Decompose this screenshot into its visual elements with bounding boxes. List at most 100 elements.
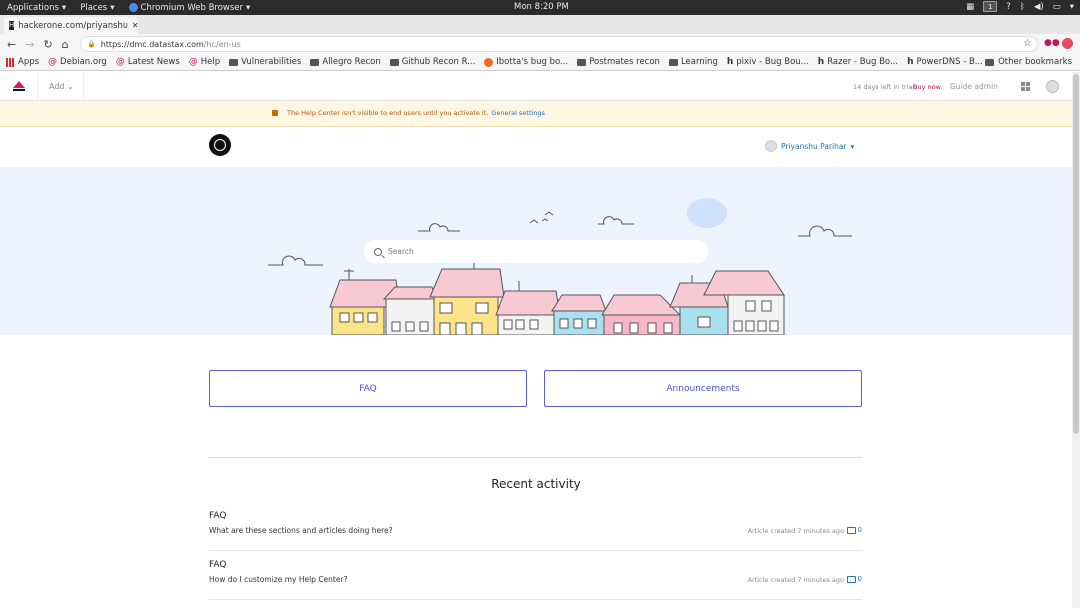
guide-admin-link[interactable]: Guide admin: [950, 82, 998, 91]
applications-menu[interactable]: Applications ▾: [0, 3, 73, 13]
zendesk-guide-logo[interactable]: [0, 71, 38, 101]
bookmark-item[interactable]: Allegro Recon: [310, 57, 381, 67]
page-scrollbar[interactable]: [1072, 72, 1080, 608]
activity-meta: Article created 7 minutes ago: [747, 527, 844, 535]
admin-avatar[interactable]: [1046, 80, 1059, 93]
chevron-down-icon[interactable]: ▾: [1070, 2, 1074, 12]
activity-article-link[interactable]: How do I customize my Help Center?: [209, 575, 348, 584]
bookmark-item[interactable]: Apps: [6, 57, 39, 67]
chevron-down-icon: ▾: [110, 2, 115, 13]
section-divider: [209, 457, 862, 458]
bookmark-item[interactable]: h PowerDNS - B...: [907, 57, 983, 67]
volume-icon[interactable]: ◀): [1034, 2, 1044, 12]
bookmark-label: Debian.org: [60, 57, 107, 67]
tab-strip: H hackerone.com/priyanshᴜ ✕ +: [0, 15, 1080, 46]
debian-icon: @: [115, 57, 125, 67]
search-input[interactable]: Search: [364, 240, 708, 263]
address-bar[interactable]: 🔒 https://dmc.datastax.com /hc/en-us ☆: [80, 36, 1038, 52]
places-menu[interactable]: Places ▾: [73, 3, 121, 13]
workspace-indicator[interactable]: 1: [983, 1, 998, 12]
bookmark-label: Apps: [18, 57, 40, 67]
comment-count[interactable]: 0: [846, 575, 862, 583]
bookmark-item[interactable]: Vulnerabilities: [229, 57, 301, 67]
bookmark-label: Learning: [680, 57, 718, 67]
scrollbar-thumb[interactable]: [1073, 74, 1079, 434]
help-icon[interactable]: ?: [1006, 2, 1011, 12]
bookmark-item[interactable]: Ibotta's bug bo...: [484, 57, 568, 67]
back-arrow-icon[interactable]: ←: [7, 38, 16, 51]
bookmark-star-icon[interactable]: ☆: [1023, 38, 1032, 49]
bluetooth-icon[interactable]: ᛒ: [1020, 2, 1025, 12]
url-path: /hc/en-us: [203, 39, 241, 49]
bookmark-label: Ibotta's bug bo...: [496, 57, 569, 67]
clock[interactable]: Mon 8:20 PM: [514, 2, 569, 12]
bookmark-label: Github Recon R...: [401, 57, 476, 67]
extension-icon[interactable]: ●●: [1044, 38, 1060, 48]
home-icon[interactable]: ⌂: [62, 38, 69, 51]
bookmark-label: Postmates recon: [589, 57, 660, 67]
add-label: Add: [49, 81, 65, 91]
trial-text: 14 days left in trial: [853, 83, 915, 91]
bookmark-item[interactable]: @ Debian.org: [48, 57, 107, 67]
bookmark-label: Help: [200, 57, 221, 67]
bookmark-item[interactable]: h Razer - Bug Bo...: [818, 57, 898, 67]
bookmark-item[interactable]: Postmates recon: [577, 57, 660, 67]
user-menu[interactable]: Priyanshu Parihar ▾: [765, 140, 854, 152]
comment-count[interactable]: 0: [846, 526, 862, 534]
banner-text: The Help Center isn't visible to end use…: [287, 109, 489, 117]
apps-grid-icon: [6, 57, 15, 67]
close-tab-icon[interactable]: ✕: [132, 21, 139, 30]
bookmark-item[interactable]: @ Latest News: [116, 57, 180, 67]
folder-icon: [389, 58, 399, 66]
comment-count-value: 0: [857, 526, 862, 534]
category-announcements-button[interactable]: Announcements: [544, 370, 862, 407]
bookmark-item[interactable]: @ Help: [189, 57, 220, 67]
search-icon: [374, 247, 382, 256]
battery-icon[interactable]: ▭: [1053, 2, 1061, 12]
product-grid-icon[interactable]: [1021, 82, 1030, 91]
help-center-logo[interactable]: [209, 134, 231, 156]
guide-logo-icon: [12, 81, 25, 91]
chevron-down-icon: ⌄: [67, 81, 74, 91]
extension-red-icon[interactable]: [1062, 38, 1073, 49]
active-app-label: Chromium Web Browser: [140, 2, 244, 13]
folder-icon: [229, 58, 239, 66]
buy-now-link[interactable]: Buy now: [913, 83, 941, 91]
lock-icon: 🔒: [87, 40, 96, 48]
chevron-down-icon: ▾: [61, 2, 67, 13]
applications-label: Applications: [7, 2, 59, 13]
chromium-icon: [128, 3, 138, 12]
forward-arrow-icon[interactable]: →: [25, 38, 34, 51]
hackerone-icon: h: [817, 57, 825, 67]
folder-icon: [985, 58, 995, 66]
comment-count-value: 0: [857, 575, 862, 583]
category-faq-button[interactable]: FAQ: [209, 370, 527, 407]
other-bookmarks[interactable]: Other bookmarks: [985, 57, 1072, 67]
url-host: https://dmc.datastax.com: [100, 39, 204, 49]
user-avatar: [765, 140, 777, 152]
bookmark-item[interactable]: h pixiv - Bug Bou...: [727, 57, 809, 67]
bookmark-label: pixiv - Bug Bou...: [736, 57, 809, 67]
activity-section-link[interactable]: FAQ: [209, 560, 226, 570]
places-label: Places: [80, 2, 108, 13]
activity-article-link[interactable]: What are these sections and articles doi…: [209, 526, 393, 535]
bookmark-item[interactable]: Github Recon R...: [389, 57, 476, 67]
bookmark-label: Vulnerabilities: [241, 57, 302, 67]
reload-icon[interactable]: ↻: [43, 38, 52, 51]
tab-title: hackerone.com/priyanshᴜ: [18, 20, 128, 31]
activity-item: FAQ How do I customize my Help Center? A…: [209, 560, 862, 600]
activity-item: FAQ What are these sections and articles…: [209, 511, 862, 551]
active-app-menu[interactable]: Chromium Web Browser ▾: [122, 3, 258, 13]
activity-section-link[interactable]: FAQ: [209, 511, 226, 521]
workspace-switcher-icon[interactable]: ▦: [966, 2, 974, 12]
folder-icon: [577, 58, 587, 66]
add-menu[interactable]: Add ⌄: [38, 71, 84, 101]
folder-icon: [668, 58, 678, 66]
browser-tab[interactable]: H hackerone.com/priyanshᴜ ✕: [4, 17, 139, 34]
hackerone-favicon-icon: H: [9, 21, 15, 30]
system-tray: ▦ 1 ? ᛒ ◀) ▭ ▾: [966, 1, 1074, 12]
general-settings-link[interactable]: General settings: [491, 109, 545, 117]
debian-icon: @: [48, 57, 58, 67]
debian-icon: @: [188, 57, 198, 67]
bookmark-item[interactable]: Learning: [668, 57, 718, 67]
